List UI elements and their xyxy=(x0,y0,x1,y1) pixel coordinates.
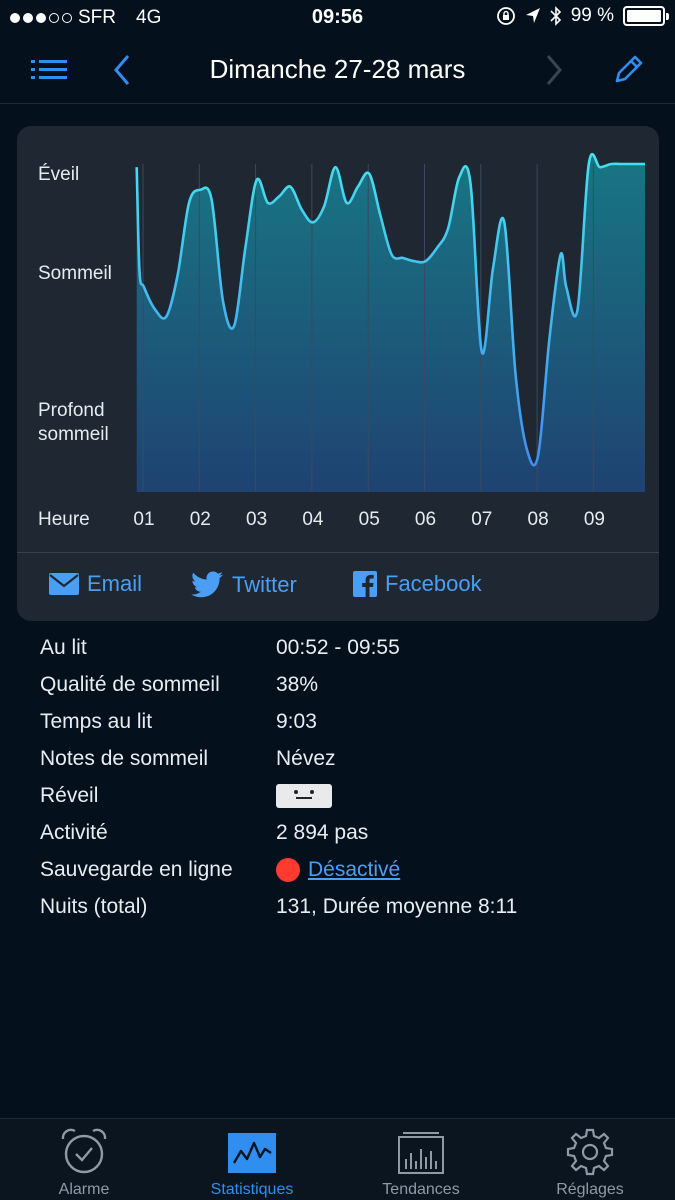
tab-alarm[interactable]: Alarme xyxy=(0,1119,168,1200)
alarm-clock-icon xyxy=(61,1128,107,1174)
share-email-button[interactable]: Email xyxy=(49,571,142,597)
x-tick-label: 04 xyxy=(302,509,324,530)
stat-label: Qualité de sommeil xyxy=(40,673,220,696)
tab-bar: Alarme Statistiques Tendances Réglages xyxy=(0,1118,675,1200)
stat-label: Activité xyxy=(40,821,108,844)
pencil-icon xyxy=(615,55,643,83)
stat-row-sleep-notes: Notes de sommeil Névez xyxy=(40,741,660,778)
bluetooth-icon xyxy=(550,6,561,26)
histogram-icon xyxy=(398,1132,444,1174)
backup-status-link[interactable]: Désactivé xyxy=(308,858,400,882)
neutral-face-icon[interactable] xyxy=(276,784,332,808)
backup-status-dot xyxy=(276,858,300,882)
stat-value: 38% xyxy=(276,673,319,696)
facebook-icon xyxy=(353,571,377,597)
tab-alarm-label: Alarme xyxy=(58,1181,110,1198)
location-icon xyxy=(525,8,540,23)
stat-label: Réveil xyxy=(40,784,99,807)
stat-value: 00:52 - 09:55 xyxy=(276,636,400,659)
share-twitter-label: Twitter xyxy=(232,572,297,597)
stat-row-total-nights: Nuits (total) 131, Durée moyenne 8:11 xyxy=(40,889,660,926)
next-day-button[interactable] xyxy=(532,50,576,90)
orientation-lock-icon xyxy=(496,7,515,25)
stat-label: Sauvegarde en ligne xyxy=(40,858,233,881)
stat-label: Notes de sommeil xyxy=(40,747,209,770)
stat-label: Nuits (total) xyxy=(40,895,148,918)
sleep-cycle-chart: Éveil Sommeil Profond sommeil Heure 01 02… xyxy=(38,153,645,530)
x-tick-label: 03 xyxy=(246,509,267,530)
share-facebook-button[interactable]: Facebook xyxy=(353,571,482,597)
sleep-stats-list: Au lit 00:52 - 09:55 Qualité de sommeil … xyxy=(40,630,660,926)
x-tick-label: 02 xyxy=(190,509,211,530)
envelope-icon xyxy=(49,573,79,595)
x-tick-label: 07 xyxy=(471,509,492,530)
level-label-deep-sleep: Profond xyxy=(38,400,105,421)
x-tick-label: 06 xyxy=(415,509,436,530)
x-tick-label: 05 xyxy=(359,509,380,530)
level-label-sleep: Sommeil xyxy=(38,263,112,284)
x-tick-label: 08 xyxy=(528,509,549,530)
stat-row-in-bed: Au lit 00:52 - 09:55 xyxy=(40,630,660,667)
tab-settings[interactable]: Réglages xyxy=(506,1119,674,1200)
level-label-deep-sleep-line2: sommeil xyxy=(38,424,109,445)
share-twitter-button[interactable]: Twitter xyxy=(190,571,297,599)
stat-value: Désactivé xyxy=(276,858,400,882)
edit-button[interactable] xyxy=(606,50,650,90)
tab-trends[interactable]: Tendances xyxy=(337,1119,505,1200)
status-right: 99 % xyxy=(496,5,669,27)
battery-icon xyxy=(623,6,669,26)
stat-row-activity: Activité 2 894 pas xyxy=(40,815,660,852)
stat-value xyxy=(276,784,332,808)
share-divider xyxy=(17,552,659,553)
stat-label: Temps au lit xyxy=(40,710,153,733)
stat-row-wakeup: Réveil xyxy=(40,778,660,815)
status-bar: SFR 4G 09:56 99 % xyxy=(0,0,675,36)
stat-row-time-in-bed: Temps au lit 9:03 xyxy=(40,704,660,741)
level-label-awake: Éveil xyxy=(38,164,79,185)
stat-value[interactable]: Névez xyxy=(276,747,336,771)
x-tick-label: 01 xyxy=(133,509,154,530)
stat-label: Au lit xyxy=(40,636,87,659)
nav-bar: Dimanche 27-28 mars xyxy=(0,36,675,104)
twitter-bird-icon xyxy=(191,571,223,598)
stat-value: 2 894 pas xyxy=(276,821,369,844)
stat-value: 9:03 xyxy=(276,710,317,733)
stat-row-online-backup: Sauvegarde en ligne Désactivé xyxy=(40,852,660,889)
tab-trends-label: Tendances xyxy=(382,1181,460,1198)
sleep-graph-card: Éveil Sommeil Profond sommeil Heure 01 02… xyxy=(17,126,659,621)
share-facebook-label: Facebook xyxy=(385,571,482,596)
x-tick-label: 09 xyxy=(584,509,605,530)
tab-statistics-label: Statistiques xyxy=(210,1181,294,1198)
x-axis-label: Heure xyxy=(38,509,90,530)
stat-value: 131, Durée moyenne 8:11 xyxy=(276,895,518,918)
chevron-right-icon xyxy=(546,55,562,85)
stat-row-quality: Qualité de sommeil 38% xyxy=(40,667,660,704)
battery-percent: 99 % xyxy=(570,5,614,26)
share-email-label: Email xyxy=(87,571,143,596)
tab-statistics[interactable]: Statistiques xyxy=(168,1119,336,1200)
gear-icon xyxy=(566,1128,614,1176)
graph-icon xyxy=(228,1133,276,1173)
tab-settings-label: Réglages xyxy=(556,1181,624,1198)
